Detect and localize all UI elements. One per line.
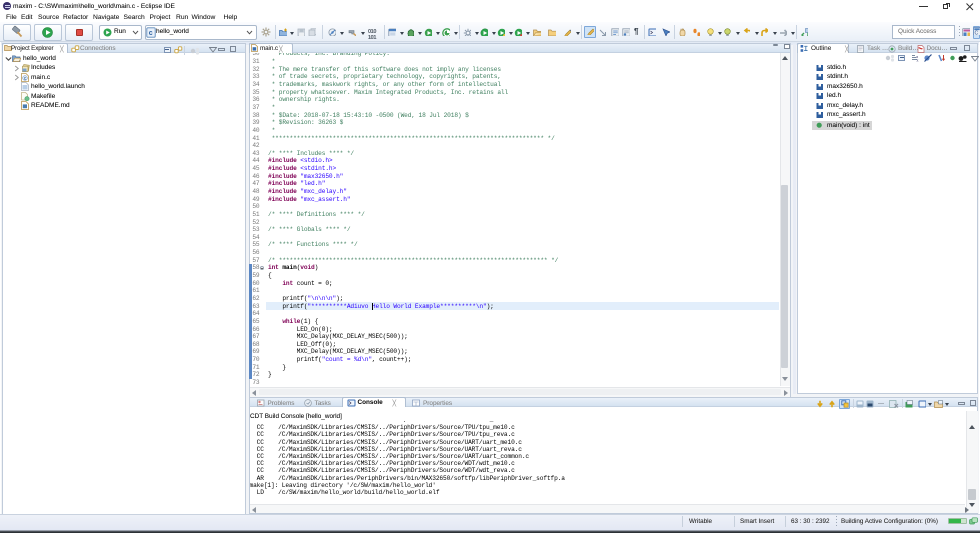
svg-text:c: c <box>148 30 152 37</box>
svg-text:z: z <box>917 58 919 63</box>
svg-text:C: C <box>975 31 979 36</box>
